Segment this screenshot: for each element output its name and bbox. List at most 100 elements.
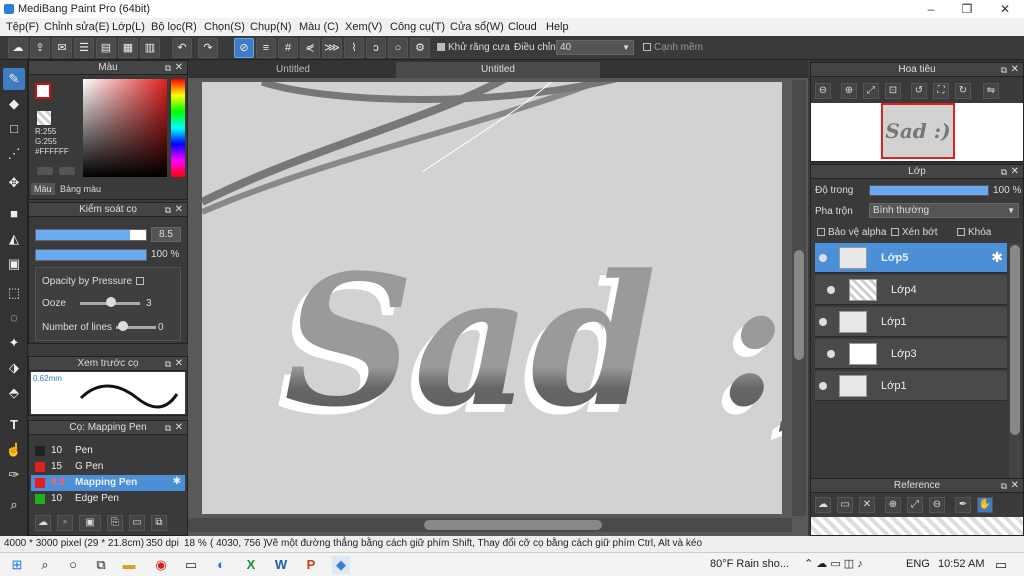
brush-item-edge-pen[interactable]: 10 Edge Pen bbox=[31, 491, 185, 507]
eyedrop-mini-button[interactable] bbox=[37, 167, 53, 175]
close-icon[interactable]: ✕ bbox=[175, 357, 183, 371]
folder-brush-icon[interactable]: ▭ bbox=[129, 515, 145, 531]
rect-tool-icon[interactable]: □ bbox=[3, 118, 25, 140]
menu-cloud[interactable]: Cloud bbox=[508, 21, 537, 33]
notes-icon[interactable]: ☰ bbox=[74, 38, 94, 58]
ooze-slider-handle[interactable] bbox=[106, 297, 116, 307]
zoom-out-icon[interactable]: ⊖ bbox=[815, 83, 831, 99]
foreground-color-swatch[interactable] bbox=[35, 83, 51, 99]
maximize-button[interactable]: ❐ bbox=[950, 0, 984, 18]
word-icon[interactable]: W bbox=[272, 556, 290, 574]
tab-color[interactable]: Màu bbox=[31, 183, 55, 195]
opacity-pressure-checkbox[interactable] bbox=[136, 277, 144, 285]
cortana-icon[interactable]: ○ bbox=[64, 556, 82, 574]
smooth-edge-checkbox[interactable] bbox=[643, 43, 651, 52]
menu-view[interactable]: Xem(V) bbox=[345, 21, 382, 33]
menu-edit[interactable]: Chỉnh sửa(E) bbox=[44, 21, 109, 33]
minimize-button[interactable]: – bbox=[914, 0, 948, 18]
brush-tool-icon[interactable]: ✎ bbox=[3, 68, 25, 90]
comment-icon[interactable]: ✉ bbox=[52, 38, 72, 58]
close-reference-icon[interactable]: ✕ bbox=[859, 497, 875, 513]
magic-wand-icon[interactable]: ✦ bbox=[3, 332, 25, 354]
undock-icon[interactable]: ⧉ bbox=[1001, 63, 1007, 77]
undo-icon[interactable]: ↶ bbox=[172, 38, 192, 58]
grid-icon[interactable]: ▦ bbox=[118, 38, 138, 58]
edge-icon[interactable]: ◐ bbox=[212, 556, 230, 574]
hue-slider[interactable] bbox=[171, 79, 185, 177]
select-rect-icon[interactable]: ⬚ bbox=[3, 282, 25, 304]
layer-item[interactable]: Lớp1 bbox=[815, 371, 1007, 401]
antialias-checkbox[interactable] bbox=[437, 43, 445, 52]
rotate-left-icon[interactable]: ↺ bbox=[911, 83, 927, 99]
eye-icon[interactable] bbox=[827, 350, 835, 358]
chrome-like-icon[interactable]: ◉ bbox=[152, 556, 170, 574]
brush-size-value[interactable]: 8.5 bbox=[151, 227, 181, 242]
powerpoint-icon[interactable]: P bbox=[302, 556, 320, 574]
close-icon[interactable]: ✕ bbox=[1011, 479, 1019, 493]
brush-item-g-pen[interactable]: 15 G Pen bbox=[31, 459, 185, 475]
navigator-preview[interactable]: Sad :) bbox=[811, 103, 1023, 161]
dot-tool-icon[interactable]: ⋰ bbox=[3, 143, 25, 165]
eraser-tool-icon[interactable]: ◆ bbox=[3, 93, 25, 115]
page-icon[interactable]: ▤ bbox=[96, 38, 116, 58]
clipping-toggle[interactable]: Xén bớt bbox=[891, 227, 937, 238]
circle-snap-icon[interactable]: ○ bbox=[388, 38, 408, 58]
operation-tool-icon[interactable]: ☝ bbox=[3, 439, 25, 461]
undock-icon[interactable]: ⧉ bbox=[165, 203, 171, 217]
vertical-scroll-thumb[interactable] bbox=[794, 250, 804, 360]
blend-mode-select[interactable]: Bình thường ▼ bbox=[869, 203, 1019, 218]
fill-rect-tool-icon[interactable]: ■ bbox=[3, 203, 25, 225]
windows-start-icon[interactable]: ⊞ bbox=[8, 556, 26, 574]
layer-item[interactable]: Lớp3 bbox=[815, 339, 1007, 369]
brush-size-bar[interactable] bbox=[35, 229, 147, 241]
eye-icon[interactable] bbox=[819, 382, 827, 390]
horizontal-scroll-thumb[interactable] bbox=[424, 520, 602, 530]
curve-snap-icon[interactable]: ⌇ bbox=[344, 38, 364, 58]
duplicate-brush-icon[interactable]: ⧉ bbox=[151, 515, 167, 531]
layer-opacity-slider[interactable] bbox=[869, 185, 989, 196]
menu-capture[interactable]: Chụp(N) bbox=[250, 21, 292, 33]
undock-icon[interactable]: ⧉ bbox=[165, 357, 171, 371]
close-button[interactable]: ✕ bbox=[988, 0, 1022, 18]
weather-widget[interactable]: 80°F Rain sho... bbox=[710, 558, 789, 570]
brush-item-mapping-pen[interactable]: 8.5 Mapping Pen ✱ bbox=[31, 475, 185, 491]
layer-item[interactable]: Lớp5 ✱ bbox=[815, 243, 1007, 273]
clipping-checkbox[interactable] bbox=[891, 228, 899, 237]
upload-icon[interactable]: ⇪ bbox=[30, 38, 50, 58]
curve2-snap-icon[interactable]: ↄ bbox=[366, 38, 386, 58]
saturation-value-picker[interactable] bbox=[83, 79, 167, 177]
protect-alpha-toggle[interactable]: Bảo vệ alpha bbox=[817, 227, 886, 238]
new-brush-icon[interactable]: ▫ bbox=[57, 515, 73, 531]
actual-size-icon[interactable]: ⊡ bbox=[885, 83, 901, 99]
horizontal-scrollbar[interactable] bbox=[188, 518, 792, 532]
language-indicator[interactable]: ENG bbox=[906, 558, 930, 570]
brush-item-pen[interactable]: 10 Pen bbox=[31, 443, 185, 459]
clock[interactable]: 10:52 AM bbox=[938, 558, 984, 570]
gear-icon[interactable]: ✱ bbox=[173, 476, 181, 487]
close-icon[interactable]: ✕ bbox=[1011, 63, 1019, 77]
parallel-snap-icon[interactable]: ≡ bbox=[256, 38, 276, 58]
close-icon[interactable]: ✕ bbox=[175, 421, 183, 435]
monitor-icon[interactable]: ▭ bbox=[182, 556, 200, 574]
zoom-in-icon[interactable]: ⊕ bbox=[885, 497, 901, 513]
cloud-brush-icon[interactable]: ☁ bbox=[35, 515, 51, 531]
layer-item[interactable]: Lớp1 bbox=[815, 307, 1007, 337]
hand-icon[interactable]: ✋ bbox=[977, 497, 993, 513]
eyedropper-tool-icon[interactable]: ⌕ bbox=[3, 494, 25, 516]
flip-icon[interactable]: ⇋ bbox=[983, 83, 999, 99]
lines-slider-handle[interactable] bbox=[118, 321, 128, 331]
undock-icon[interactable]: ⧉ bbox=[1001, 165, 1007, 179]
menu-help[interactable]: Help bbox=[546, 21, 569, 33]
transparent-swatch[interactable] bbox=[37, 111, 51, 125]
fit-icon[interactable]: ⤢ bbox=[863, 83, 879, 99]
gradient-tool-icon[interactable]: ▣ bbox=[3, 253, 25, 275]
menu-tools[interactable]: Công cụ(T) bbox=[390, 21, 445, 33]
layer-scrollbar[interactable] bbox=[1009, 243, 1021, 483]
task-view-icon[interactable]: ⧉ bbox=[92, 556, 110, 574]
antialias-toggle[interactable]: Khử răng cưa bbox=[437, 42, 510, 53]
menu-color[interactable]: Màu (C) bbox=[299, 21, 339, 33]
eye-icon[interactable] bbox=[819, 254, 827, 262]
panel-icon[interactable]: ▥ bbox=[140, 38, 160, 58]
search-icon[interactable]: ⌕ bbox=[36, 556, 54, 574]
undock-icon[interactable]: ⧉ bbox=[1001, 479, 1007, 493]
